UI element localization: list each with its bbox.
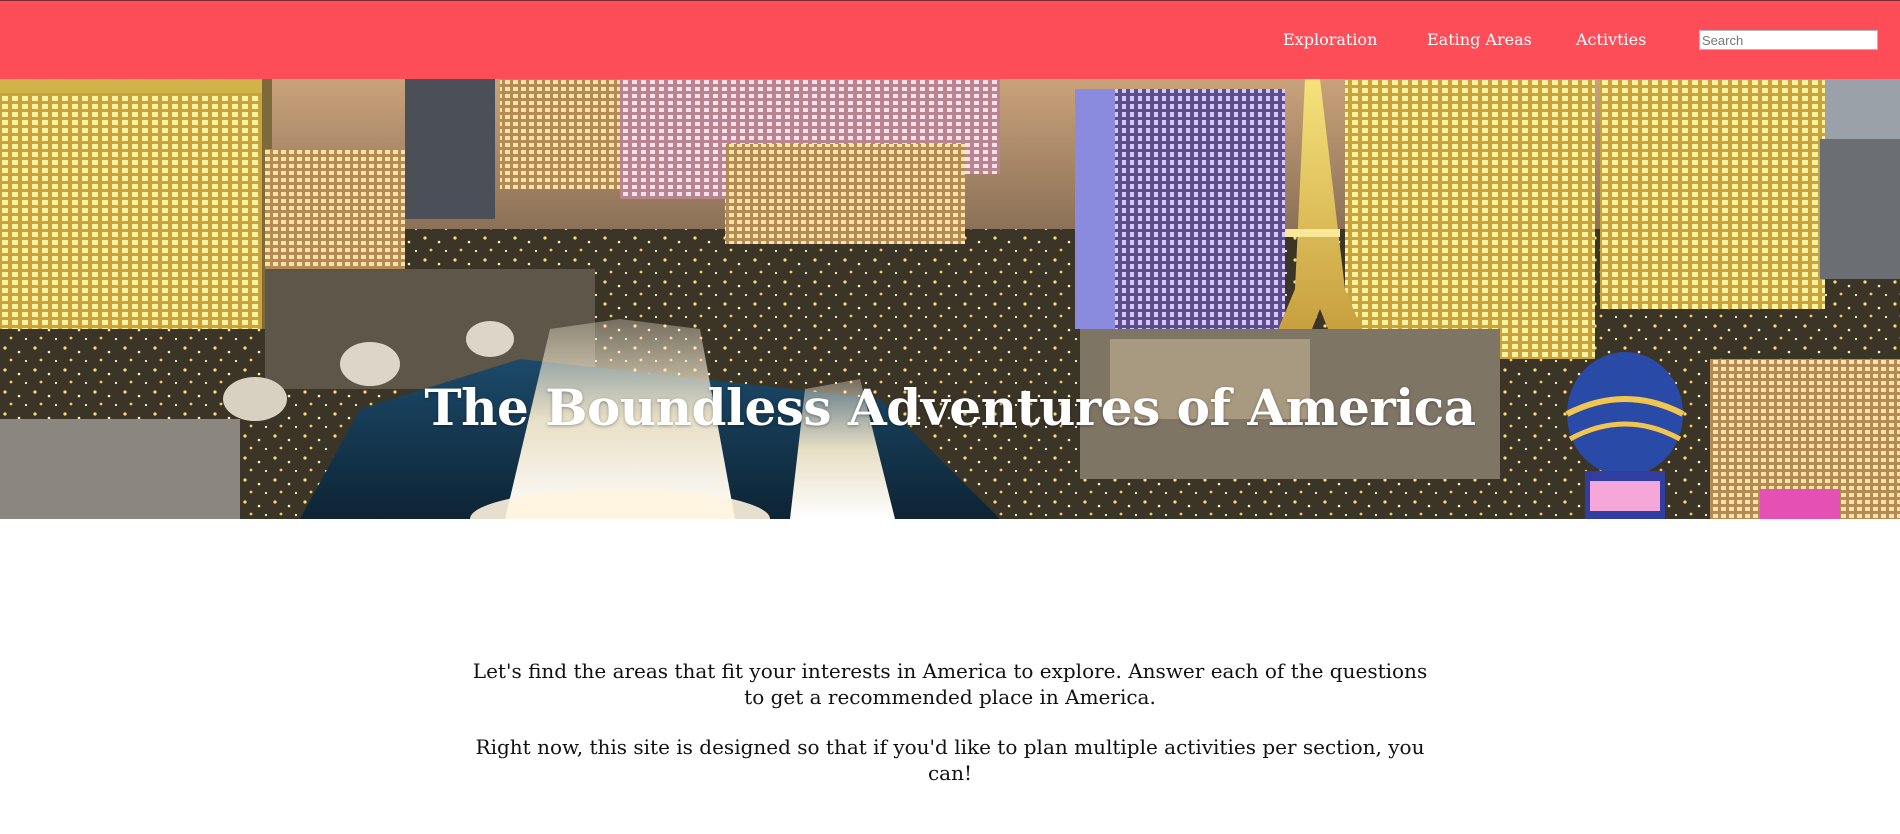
intro-paragraph-1: Let's find the areas that fit your inter… [472, 659, 1428, 709]
intro-paragraph-2: Right now, this site is designed so that… [475, 735, 1425, 785]
hero-title: The Boundless Adventures of America [424, 377, 1476, 437]
nav-link-eating-areas[interactable]: Eating Areas [1427, 30, 1532, 49]
search-input[interactable] [1699, 30, 1878, 50]
intro-section: Let's find the areas that fit your inter… [460, 658, 1440, 786]
nav-link-exploration[interactable]: Exploration [1283, 30, 1377, 49]
hero-banner: The Boundless Adventures of America [0, 79, 1900, 519]
nav-link-activities[interactable]: Activties [1576, 30, 1646, 49]
top-navbar: Exploration Eating Areas Activties [0, 1, 1900, 79]
hero-cityscape-image [0, 79, 1900, 519]
